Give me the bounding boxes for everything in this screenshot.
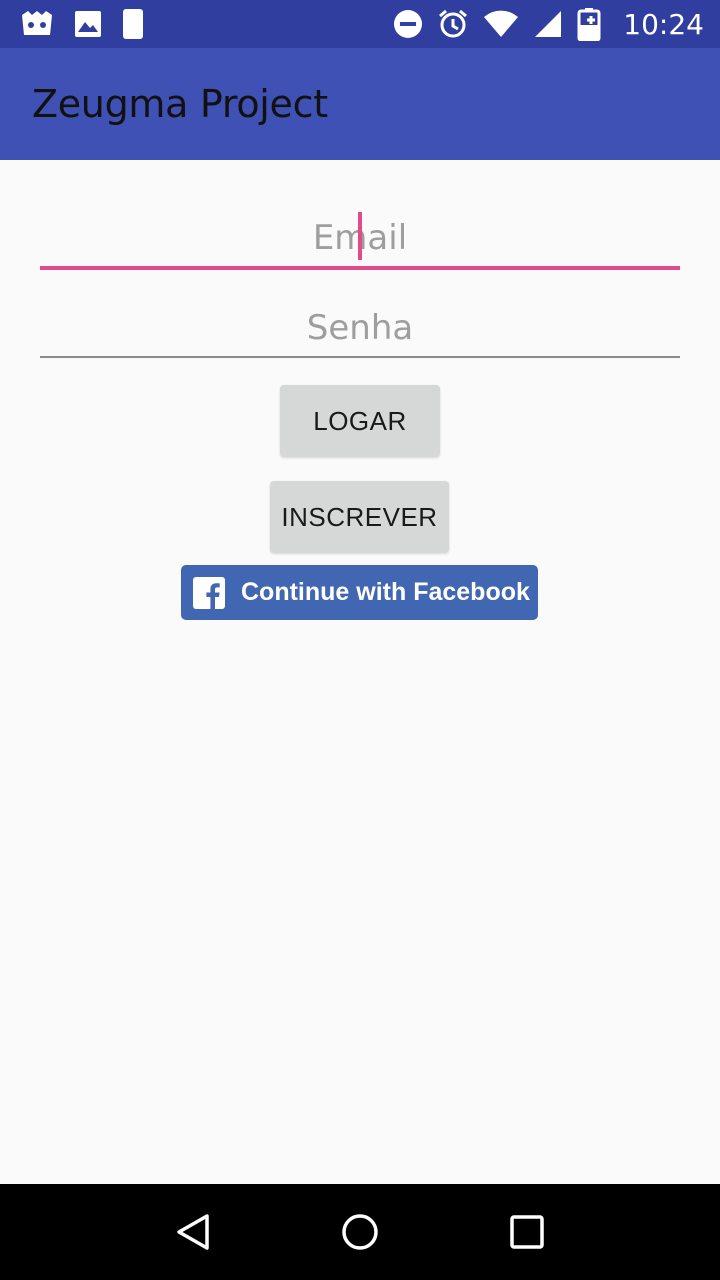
- alarm-icon: [437, 8, 469, 40]
- status-bar-system: 10:24: [393, 7, 704, 41]
- android-notification-icon: [20, 9, 54, 39]
- battery-charging-icon: [577, 7, 603, 41]
- login-button[interactable]: LOGAR: [280, 385, 440, 457]
- facebook-button-label: Continue with Facebook: [241, 578, 530, 606]
- password-field-container: [40, 300, 680, 358]
- home-icon[interactable]: [320, 1192, 400, 1272]
- recents-icon[interactable]: [487, 1192, 567, 1272]
- facebook-icon: [193, 576, 225, 609]
- status-bar: 10:24: [0, 0, 720, 48]
- text-cursor: [358, 212, 362, 260]
- app-bar: Zeugma Project: [0, 48, 720, 160]
- phone-moon-icon: [122, 8, 144, 40]
- signup-button[interactable]: INSCREVER: [270, 481, 449, 553]
- status-bar-notifications: [20, 8, 144, 40]
- facebook-login-button[interactable]: Continue with Facebook: [181, 565, 538, 620]
- do-not-disturb-icon: [393, 9, 423, 39]
- signal-icon: [533, 9, 563, 39]
- wifi-icon: [483, 10, 519, 38]
- password-field[interactable]: [40, 308, 680, 356]
- email-field-container: [40, 208, 680, 270]
- navigation-bar: [0, 1184, 720, 1280]
- app-title: Zeugma Project: [32, 82, 328, 126]
- status-bar-time: 10:24: [623, 7, 704, 41]
- image-icon: [74, 10, 102, 38]
- back-icon[interactable]: [153, 1192, 233, 1272]
